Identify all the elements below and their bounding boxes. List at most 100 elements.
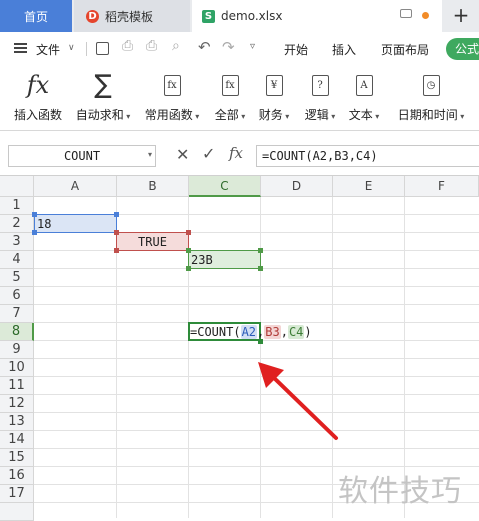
column-header-d[interactable]: D (261, 176, 333, 197)
range-handle[interactable] (32, 212, 37, 217)
row-label: 4 (12, 252, 21, 267)
range-handle[interactable] (186, 266, 191, 271)
logical-label: 逻辑 (304, 108, 329, 122)
row-header-17[interactable]: 17 (0, 485, 34, 503)
row-header-15[interactable]: 15 (0, 449, 34, 467)
range-handle[interactable] (114, 230, 119, 235)
spreadsheet-grid[interactable]: A B C D E F 1 2 3 4 5 6 7 8 9 10 11 12 1… (0, 176, 479, 521)
cell-a2[interactable]: 18 (34, 214, 117, 233)
range-handle[interactable] (186, 230, 191, 235)
spreadsheet-icon: S (202, 9, 215, 23)
row-label: 5 (12, 270, 21, 285)
menu-start[interactable]: 开始 (284, 41, 308, 58)
column-header-e[interactable]: E (333, 176, 405, 197)
column-header-f[interactable]: F (405, 176, 479, 197)
save-icon[interactable] (96, 42, 109, 55)
formula-ref-a2: A2 (240, 325, 258, 339)
row-header-8[interactable]: 8 (0, 323, 34, 341)
name-box-dropdown-icon[interactable]: ▾ (148, 150, 152, 159)
column-header-c[interactable]: C (189, 176, 261, 197)
formula-input[interactable]: =COUNT(A2,B3,C4) (256, 145, 479, 167)
range-handle[interactable] (114, 248, 119, 253)
common-functions-button[interactable]: fx 常用函数 ▾ (142, 70, 202, 123)
row-header-7[interactable]: 7 (0, 305, 34, 323)
column-label: C (220, 179, 229, 193)
insert-function-label: 插入函数 (13, 108, 62, 122)
row-header-3[interactable]: 3 (0, 233, 34, 251)
menu-formulas[interactable]: 公式 (446, 38, 479, 60)
export-icon[interactable]: ⎙ (122, 38, 133, 54)
range-handle[interactable] (186, 248, 191, 253)
autosum-label: 自动求和 (75, 108, 124, 122)
print-preview-icon[interactable]: ⌕ (172, 38, 180, 54)
row-header-1[interactable]: 1 (0, 197, 34, 215)
range-handle[interactable] (114, 212, 119, 217)
row-header-14[interactable]: 14 (0, 431, 34, 449)
quick-access-dropdown-icon[interactable]: ▿ (250, 41, 255, 52)
autosum-button[interactable]: ∑ 自动求和 ▾ (74, 70, 132, 123)
text-icon: A (355, 74, 373, 96)
redo-icon[interactable]: ↷ (222, 38, 235, 56)
new-tab-button[interactable]: + (443, 0, 479, 32)
text-button[interactable]: A 文本 ▾ (344, 70, 384, 123)
formula-ref-c4: C4 (287, 325, 305, 339)
tab-demo-xlsx[interactable]: S demo.xlsx (192, 0, 442, 32)
insert-function-button[interactable]: fx 插入函数 (10, 70, 66, 123)
range-handle[interactable] (258, 248, 263, 253)
row-header-18 (0, 503, 34, 521)
cancel-icon[interactable]: ✕ (176, 145, 189, 164)
yen-icon: ¥ (265, 74, 283, 96)
row-header-13[interactable]: 13 (0, 413, 34, 431)
docer-icon: D (86, 9, 99, 23)
tab-bar: 首页 D 稻壳模板 S demo.xlsx + (0, 0, 479, 32)
tab-docer-label: 稻壳模板 (105, 9, 154, 24)
all-functions-label: 全部 (214, 108, 239, 122)
cell-c4-value: 23B (191, 253, 213, 267)
row-header-11[interactable]: 11 (0, 377, 34, 395)
fill-handle[interactable] (258, 339, 263, 344)
row-header-2[interactable]: 2 (0, 215, 34, 233)
all-fx-icon: fx (221, 74, 239, 96)
tab-home[interactable]: 首页 (0, 0, 72, 32)
formula-ribbon: fx 插入函数 ∑ 自动求和 ▾ fx 常用函数 ▾ fx 全部 ▾ ¥ 财务 … (0, 64, 479, 131)
cell-c8-formula[interactable]: =COUNT(A2,B3,C4) (190, 324, 312, 340)
menu-file[interactable]: 文件 (36, 41, 60, 58)
range-handle[interactable] (32, 230, 37, 235)
fx-insert-icon[interactable]: fx (229, 144, 243, 162)
menu-insert[interactable]: 插入 (332, 41, 356, 58)
all-functions-button[interactable]: fx 全部 ▾ (210, 70, 250, 123)
row-header-4[interactable]: 4 (0, 251, 34, 269)
cell-b3-value: TRUE (138, 235, 167, 249)
row-label: 7 (12, 306, 21, 321)
row-header-12[interactable]: 12 (0, 395, 34, 413)
window-icon[interactable] (400, 9, 412, 18)
plus-icon: + (452, 3, 470, 27)
confirm-check-icon[interactable]: ✓ (202, 144, 215, 163)
range-handle[interactable] (258, 266, 263, 271)
name-box[interactable]: COUNT (8, 145, 156, 167)
select-all-corner[interactable] (0, 176, 34, 197)
row-label: 9 (12, 342, 21, 357)
row-label: 13 (8, 414, 25, 429)
print-icon[interactable]: ⎙ (146, 38, 157, 54)
row-label: 1 (12, 198, 21, 213)
cell-b3[interactable]: TRUE (116, 232, 189, 251)
column-header-b[interactable]: B (117, 176, 189, 197)
financial-button[interactable]: ¥ 财务 ▾ (254, 70, 294, 123)
row-header-9[interactable]: 9 (0, 341, 34, 359)
row-header-10[interactable]: 10 (0, 359, 34, 377)
undo-icon[interactable]: ↶ (198, 38, 211, 56)
row-label: 10 (8, 360, 25, 375)
menu-page-layout[interactable]: 页面布局 (381, 41, 429, 58)
row-header-5[interactable]: 5 (0, 269, 34, 287)
formula-ref-b3: B3 (264, 325, 281, 339)
cell-c4[interactable]: 23B (188, 250, 261, 269)
row-label: 15 (8, 450, 25, 465)
row-header-6[interactable]: 6 (0, 287, 34, 305)
logical-button[interactable]: ? 逻辑 ▾ (300, 70, 340, 123)
column-header-a[interactable]: A (34, 176, 117, 197)
tab-docer[interactable]: D 稻壳模板 (74, 0, 190, 32)
date-time-button[interactable]: ◷ 日期和时间 ▾ (392, 70, 470, 123)
hamburger-icon[interactable] (14, 43, 27, 53)
row-header-16[interactable]: 16 (0, 467, 34, 485)
